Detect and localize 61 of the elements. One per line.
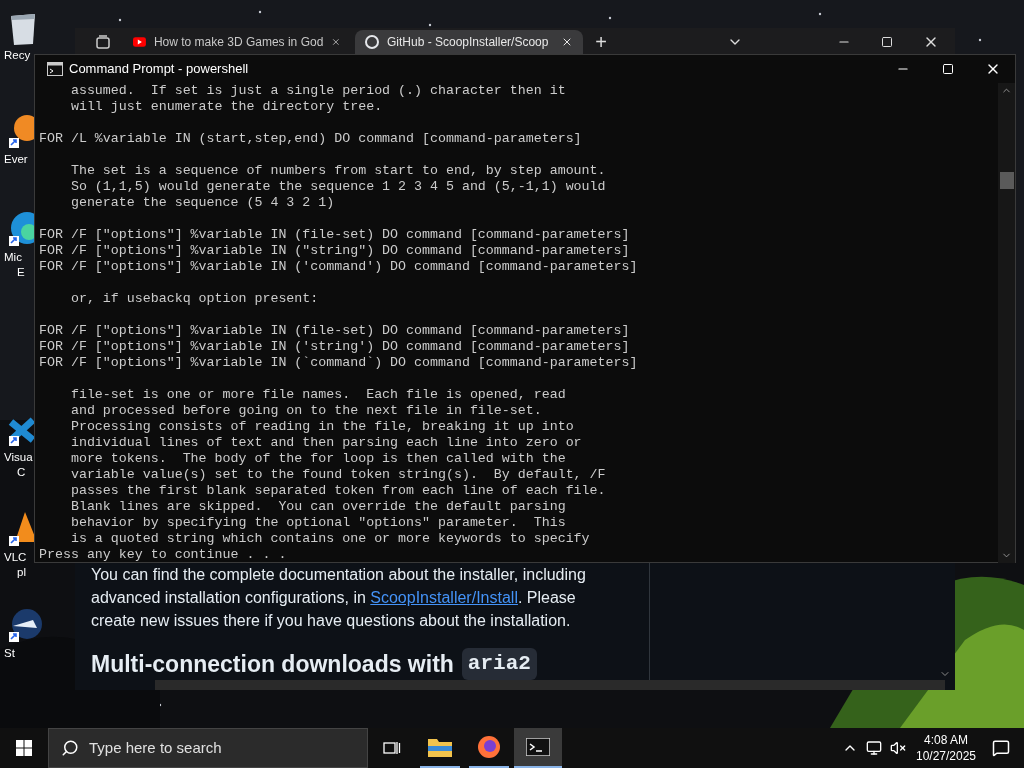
console-line: individual lines of text and then parsing each line into zero or [69,435,582,451]
task-view-icon [383,740,401,756]
console-line: FOR /L %variable IN (start,step,end) DO command [command-parameters] [39,131,582,147]
play-icon [133,36,146,48]
window-title: Command Prompt - powershell [69,60,249,79]
notification-icon[interactable] [992,739,1010,757]
icon-label: Visua [4,450,33,465]
console-line: Processing consists of reading in the file, breaking it up into [69,419,574,435]
console-line: is a quoted string which contains one or more keywords to specify [69,531,590,547]
inline-code: aria2 [461,648,537,680]
console-line: behavior by specifying the optional "options" parameter. This [69,515,566,531]
console-line: FOR /F ["options"] %variable IN (file-set) DO command [command-parameters] [39,227,630,243]
console-line: or, if usebackq option present: [69,291,319,307]
windows-logo-icon [16,740,32,756]
console-line: generate the sequence (5 4 3 2 1) [69,195,335,211]
console-line: FOR /F ["options"] %variable IN ('string') DO command [command-parameters] [39,339,630,355]
console-line: assumed. If set is just a single period (.) character then it [69,83,566,99]
console-line: The set is a sequence of numbers from start to end, by step amount. [69,163,606,179]
console-line: FOR /F ["options"] %variable IN (`command`) DO command [command-parameters] [39,355,638,371]
icon-label: pl [17,565,26,580]
console-line: FOR /F ["options"] %variable IN ("string") DO command [command-parameters] [39,243,630,259]
icon-label: Mic [4,250,22,265]
icon-label: St [4,646,15,661]
clock-date[interactable]: 10/27/2025 [915,748,977,764]
tab-actions-icon[interactable] [95,34,111,50]
section-heading: Multi-connection downloads with [91,649,454,679]
search-field[interactable]: Type here to search [48,728,368,768]
folder-icon [428,737,452,757]
browser-tab[interactable]: GitHub - ScoopInstaller/Scoop [355,30,583,54]
console-line: variable value(s) set to the found token string(s). By default, /F [69,467,606,483]
console-line: and processed before going on to the next file in file-set. [69,403,542,419]
taskbar-app[interactable] [514,728,562,768]
paragraph: You can find the complete documentation about the installer, including advanced installation configurations, in ScoopInstaller/Install. Please create new issues there if you have questions about the installation. [91,565,587,631]
console-line: Press any key to continue . . . [39,547,287,563]
close-icon[interactable] [561,36,573,48]
console-line: more tokens. The body of the for loop is then called with the [69,451,566,467]
volume-muted-icon[interactable] [890,740,906,756]
icon-label: E [17,265,25,280]
browser-logo-icon [477,735,501,759]
icon-label: Recy [4,48,31,63]
icon-label: VLC [4,550,27,565]
console-line: will just enumerate the directory tree. [69,99,383,115]
icon-label: Ever [4,152,28,167]
console-line: file-set is one or more file names. Each file is opened, read [69,387,566,403]
console-line: So (1,1,5) would generate the sequence 1 2 3 4 5 and (5,-1,1) would [69,179,606,195]
console-icon [47,62,63,76]
browser-tab[interactable]: How to make 3D Games in God [123,30,351,54]
link[interactable]: ScoopInstaller/Install [370,589,518,606]
console-line: Blank lines are skipped. You can override the default parsing [69,499,566,515]
scroll-thumb[interactable] [999,172,1014,189]
new-tab-button[interactable]: + [587,30,615,54]
search-icon [61,739,79,757]
icon-label: C [17,465,26,480]
console-line: FOR /F ["options"] %variable IN (file-set) DO command [command-parameters] [39,323,630,339]
terminal-icon [526,738,550,756]
network-icon[interactable] [866,740,882,756]
clock-time[interactable]: 4:08 AM [924,732,968,748]
scrollbar[interactable] [998,83,1015,563]
maximize-icon[interactable] [881,36,893,48]
console-line: passes the first blank separated token from each line of each file. [69,483,606,499]
console-line: FOR /F ["options"] %variable IN ('command') DO command [command-parameters] [39,259,638,275]
